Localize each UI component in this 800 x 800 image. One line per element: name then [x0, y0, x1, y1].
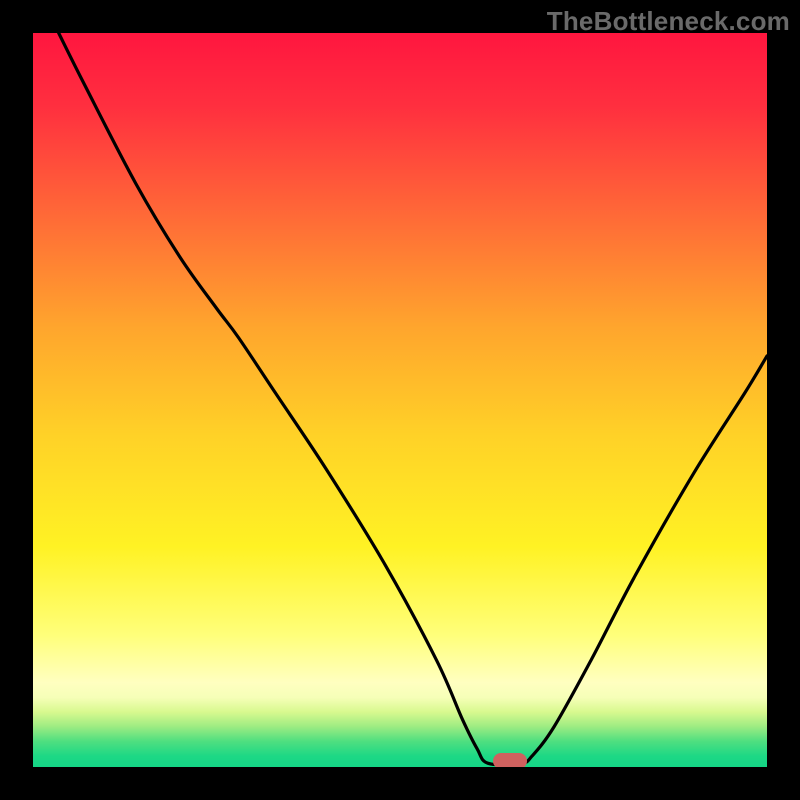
chart-frame: TheBottleneck.com — [0, 0, 800, 800]
plot-area — [33, 33, 767, 767]
optimal-marker — [493, 753, 527, 767]
bottleneck-curve — [33, 33, 767, 767]
